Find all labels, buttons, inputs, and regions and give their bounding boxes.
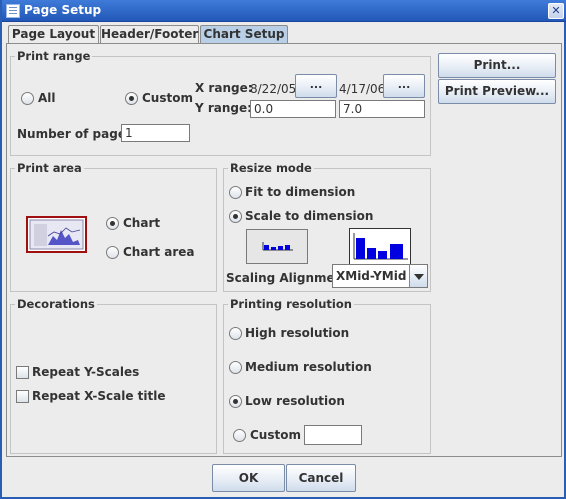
pages-field[interactable]: 1 (121, 124, 190, 142)
tab-chart-setup[interactable]: Chart Setup (200, 25, 288, 44)
cancel-button[interactable]: Cancel (286, 464, 356, 492)
repeat-y-scales-checkbox[interactable] (16, 366, 29, 379)
y-range-start-field[interactable]: 0.0 (250, 100, 336, 118)
high-resolution-label: High resolution (245, 326, 350, 340)
scaling-alignment-value: XMid-YMid (336, 269, 407, 283)
high-resolution-radio[interactable] (229, 327, 242, 340)
pages-label: Number of pages: (17, 127, 138, 141)
tab-header-footer[interactable]: Header/Footer (100, 25, 199, 44)
print-button[interactable]: Print... (438, 53, 556, 78)
low-resolution-radio[interactable] (229, 395, 242, 408)
custom-resolution-label: Custom (250, 428, 301, 442)
scaled-size-preview (349, 228, 411, 265)
page-setup-dialog: Page Setup ✕ Page Layout Header/Footer C… (0, 0, 566, 499)
tab-page-layout[interactable]: Page Layout (8, 25, 99, 44)
decorations-group: Decorations (10, 297, 217, 454)
window-title: Page Setup (24, 3, 102, 17)
x-range-end-browse-button[interactable]: ... (383, 74, 425, 98)
custom-resolution-field[interactable] (304, 425, 362, 445)
fit-to-dimension-radio[interactable] (229, 186, 242, 199)
print-area-chart-label: Chart (123, 216, 161, 230)
chart-thumbnail (26, 216, 87, 253)
fit-to-dimension-label: Fit to dimension (245, 185, 356, 199)
x-range-start: 8/22/05 (250, 82, 297, 96)
chart-thumbnail-graphic (29, 219, 84, 250)
printing-resolution-title: Printing resolution (228, 297, 354, 311)
title-bar: Page Setup ✕ (2, 0, 566, 22)
repeat-x-scale-title-checkbox[interactable] (16, 390, 29, 403)
small-bars-icon (262, 242, 293, 251)
chevron-down-icon[interactable] (409, 265, 427, 287)
decorations-title: Decorations (15, 297, 97, 311)
medium-resolution-radio[interactable] (229, 361, 242, 374)
print-area-chart-area-label: Chart area (123, 245, 195, 259)
fixed-size-preview (246, 229, 308, 264)
x-range-label: X range: (195, 81, 253, 95)
close-button[interactable]: ✕ (548, 3, 564, 19)
print-area-chart-area-radio[interactable] (106, 246, 119, 259)
print-range-title: Print range (15, 49, 93, 63)
medium-resolution-label: Medium resolution (245, 360, 372, 374)
print-range-all-radio[interactable] (21, 92, 34, 105)
resize-mode-title: Resize mode (228, 161, 314, 175)
y-range-end-field[interactable]: 7.0 (339, 100, 425, 118)
y-range-label: Y range: (195, 101, 252, 115)
ok-button[interactable]: OK (212, 464, 285, 492)
scale-to-dimension-label: Scale to dimension (245, 209, 374, 223)
repeat-x-scale-title-label: Repeat X-Scale title (32, 389, 166, 403)
print-preview-button[interactable]: Print Preview... (438, 79, 556, 104)
large-bars-icon (353, 233, 408, 260)
x-range-end: 4/17/06 (339, 82, 386, 96)
window-icon (6, 4, 20, 18)
print-range-custom-radio[interactable] (125, 92, 138, 105)
custom-resolution-radio[interactable] (233, 429, 246, 442)
print-area-title: Print area (15, 161, 84, 175)
print-area-chart-radio[interactable] (106, 217, 119, 230)
print-range-all-label: All (38, 91, 56, 105)
repeat-y-scales-label: Repeat Y-Scales (32, 365, 140, 379)
scale-to-dimension-radio[interactable] (229, 210, 242, 223)
print-range-custom-label: Custom (142, 91, 193, 105)
x-range-start-browse-button[interactable]: ... (295, 74, 337, 98)
scaling-alignment-select[interactable]: XMid-YMid (332, 264, 428, 288)
low-resolution-label: Low resolution (245, 394, 345, 408)
